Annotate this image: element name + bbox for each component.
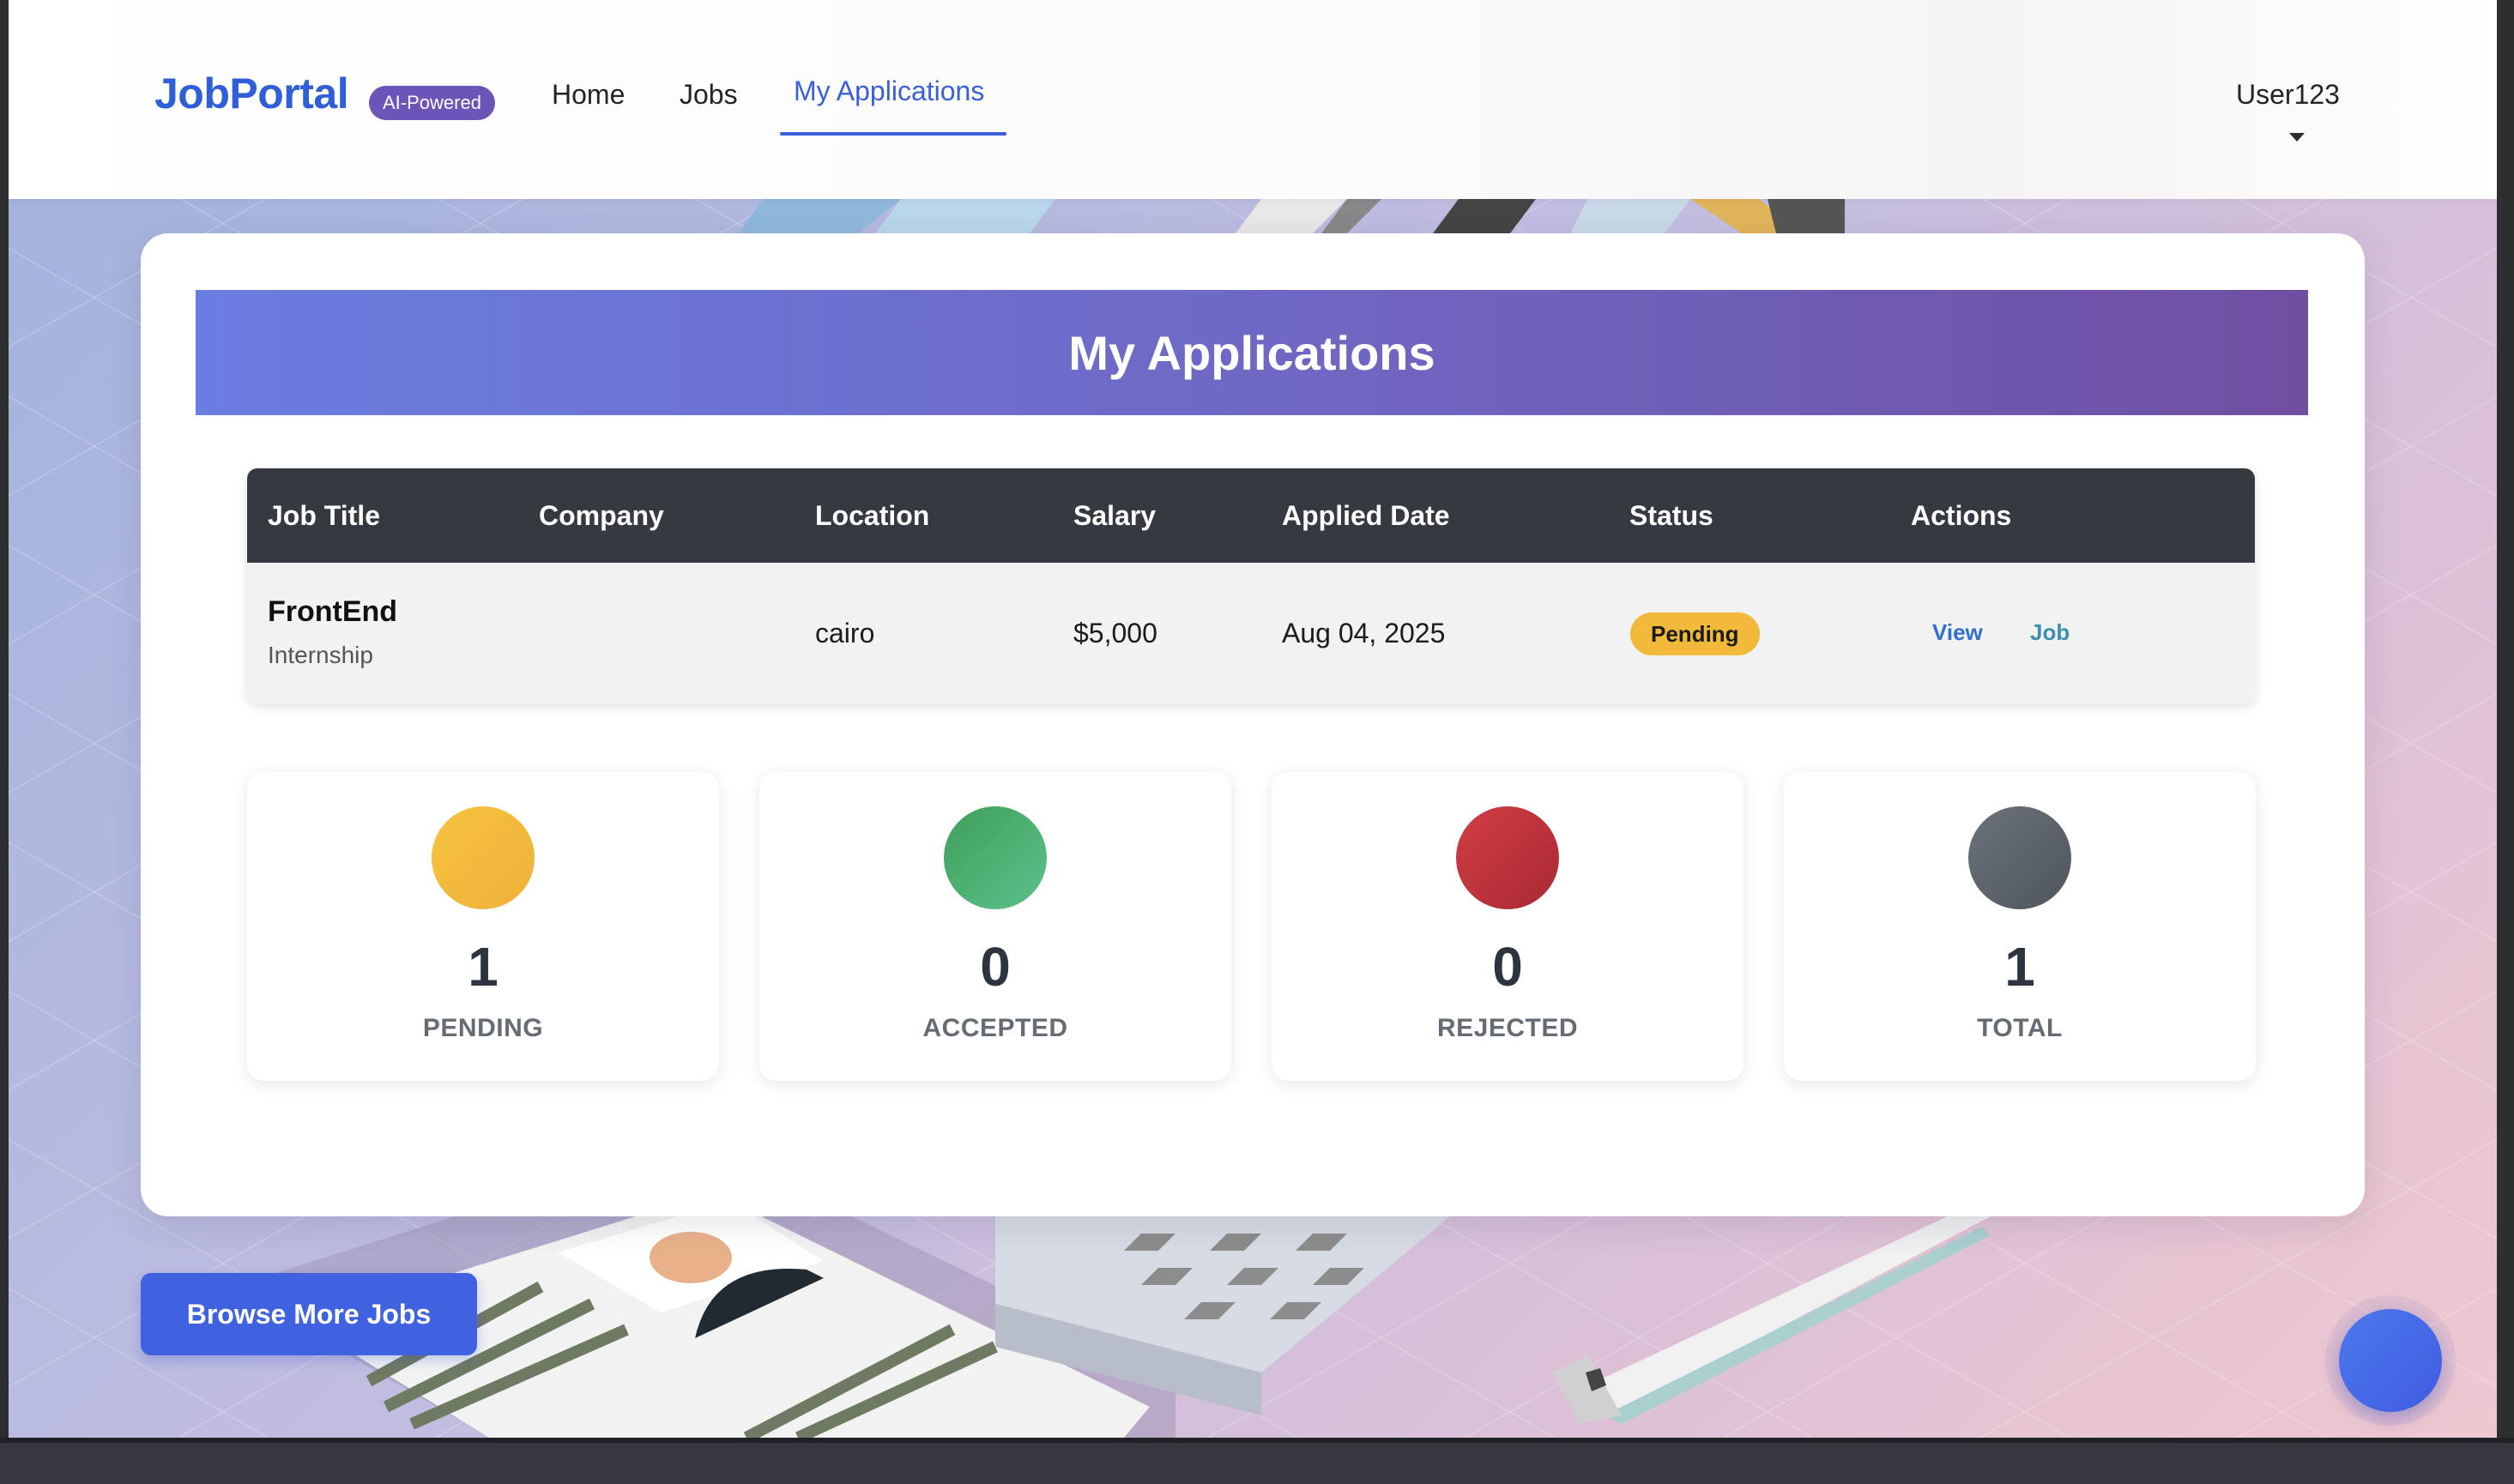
stat-card-accepted: 0 ACCEPTED	[759, 772, 1231, 1081]
pending-indicator-icon	[432, 806, 535, 909]
nav-link-home[interactable]: Home	[552, 79, 625, 111]
view-application-link[interactable]: View	[1932, 619, 1983, 646]
stat-label: ACCEPTED	[922, 1014, 1068, 1042]
window-bottom-bar	[0, 1438, 2514, 1484]
applied-date-cell: Aug 04, 2025	[1282, 618, 1446, 648]
chevron-down-icon[interactable]	[2289, 133, 2305, 142]
browse-more-jobs-button[interactable]: Browse More Jobs	[141, 1273, 477, 1355]
job-type: Internship	[268, 642, 373, 668]
stat-label: TOTAL	[1977, 1014, 2063, 1042]
stat-value: 0	[980, 936, 1011, 998]
stat-value: 1	[2004, 936, 2035, 998]
card-header: My Applications	[196, 290, 2308, 415]
column-header-salary: Salary	[1073, 500, 1157, 531]
page-title: My Applications	[1068, 325, 1435, 380]
column-header-actions: Actions	[1911, 500, 2012, 531]
column-header-job-title: Job Title	[268, 500, 380, 531]
app-window: JobPortal AI-Powered Home Jobs My Applic…	[9, 0, 2497, 1438]
stat-label: REJECTED	[1436, 1014, 1579, 1042]
brand-logo[interactable]: JobPortal	[154, 69, 349, 118]
applications-table: Job Title Company Location Salary Applie…	[247, 468, 2255, 703]
active-nav-indicator	[780, 132, 1006, 136]
stat-label: PENDING	[422, 1014, 544, 1042]
status-badge: Pending	[1630, 612, 1760, 655]
stat-card-rejected: 0 REJECTED	[1272, 772, 1743, 1081]
salary-cell: $5,000	[1073, 618, 1157, 648]
table-header-row: Job Title Company Location Salary Applie…	[247, 468, 2255, 563]
column-header-company: Company	[539, 500, 664, 531]
location-cell: cairo	[815, 618, 875, 648]
chat-bubble-icon[interactable]	[2339, 1309, 2442, 1412]
job-title: FrontEnd	[268, 595, 398, 628]
nav-link-jobs[interactable]: Jobs	[680, 79, 738, 111]
rejected-indicator-icon	[1456, 806, 1559, 909]
column-header-location: Location	[815, 500, 930, 531]
table-row: FrontEnd Internship cairo $5,000 Aug 04,…	[247, 563, 2255, 703]
top-navbar: JobPortal AI-Powered Home Jobs My Applic…	[9, 0, 2497, 199]
user-menu[interactable]: User123	[2236, 79, 2340, 111]
stat-value: 0	[1492, 936, 1523, 998]
applications-card: My Applications Job Title Company Locati…	[141, 233, 2365, 1216]
total-indicator-icon	[1968, 806, 2071, 909]
column-header-status: Status	[1629, 500, 1713, 531]
nav-link-my-applications[interactable]: My Applications	[794, 75, 984, 107]
column-header-applied-date: Applied Date	[1282, 500, 1450, 531]
stat-card-total: 1 TOTAL	[1784, 772, 2256, 1081]
stat-value: 1	[468, 936, 499, 998]
accepted-indicator-icon	[944, 806, 1047, 909]
stat-card-pending: 1 PENDING	[247, 772, 719, 1081]
ai-powered-badge: AI-Powered	[369, 86, 495, 120]
view-job-link[interactable]: Job	[2030, 619, 2070, 646]
